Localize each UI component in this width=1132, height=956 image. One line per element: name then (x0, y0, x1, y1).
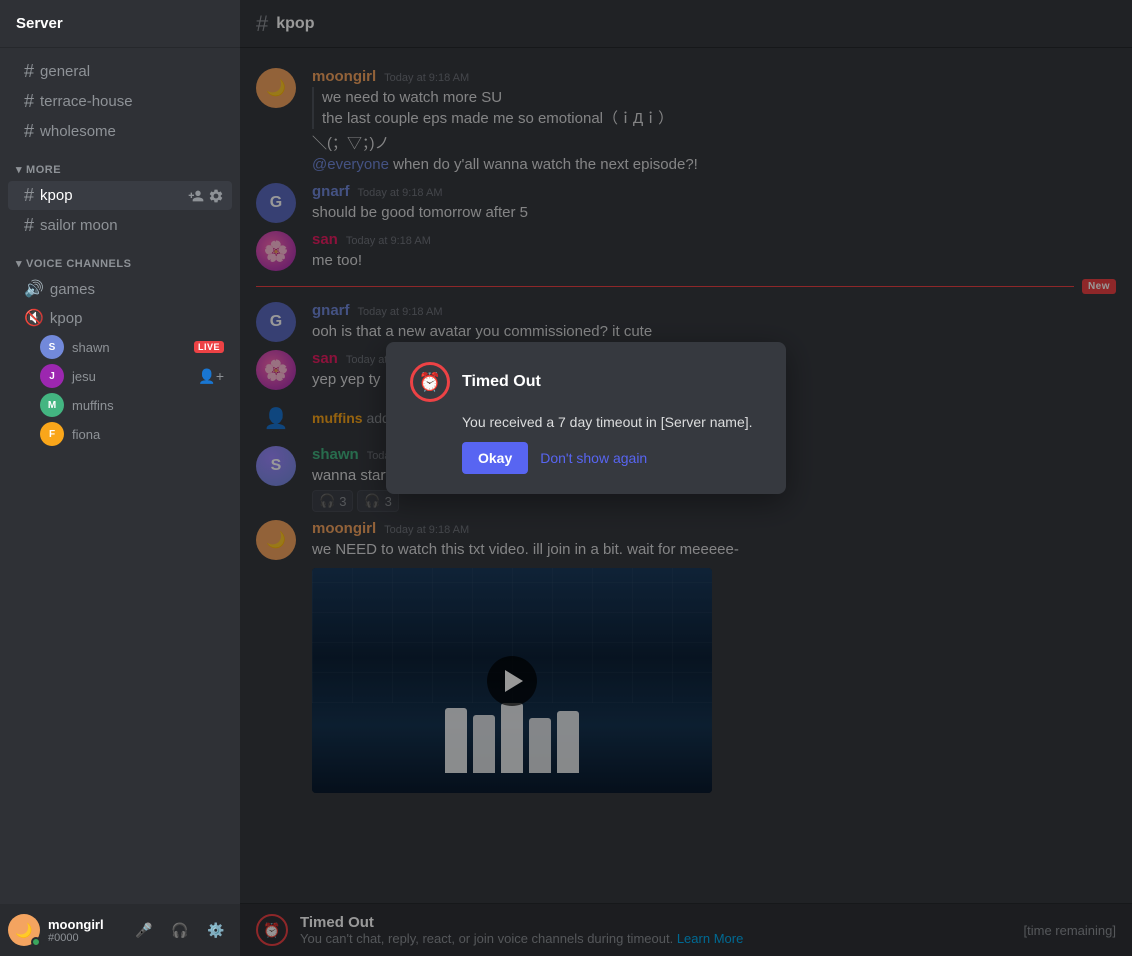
add-to-voice-icon[interactable]: 👤+ (198, 368, 224, 385)
user-tag: #0000 (48, 932, 120, 944)
channel-label: general (40, 63, 224, 80)
hash-icon: # (24, 185, 34, 206)
speaker-icon: 🔊 (24, 279, 44, 299)
sidebar-item-terrace-house[interactable]: # terrace-house (8, 87, 232, 116)
voice-member-shawn: S shawn LIVE (8, 333, 232, 361)
user-settings-button[interactable]: ⚙️ (200, 914, 232, 946)
voice-member-jesu: J jesu 👤+ (8, 362, 232, 390)
timed-out-modal: ⏰ Timed Out You received a 7 day timeout… (386, 342, 786, 494)
avatar: S (40, 335, 64, 359)
more-label: MORE (26, 164, 61, 176)
channel-list: # general # terrace-house # wholesome ▾ … (0, 48, 240, 904)
sidebar-item-general[interactable]: # general (8, 57, 232, 86)
member-name: jesu (72, 369, 96, 384)
deafen-button[interactable]: 🎧 (164, 914, 196, 946)
mute-button[interactable]: 🎤 (128, 914, 160, 946)
server-header[interactable]: Server (0, 0, 240, 48)
sidebar-item-sailor-moon[interactable]: # sailor moon (8, 211, 232, 240)
channel-action-icons (188, 188, 224, 204)
avatar: J (40, 364, 64, 388)
timeout-modal-icon: ⏰ (410, 362, 450, 402)
modal-body: You received a 7 day timeout in [Server … (462, 414, 762, 430)
voice-section-header[interactable]: ▾ VOICE CHANNELS (0, 241, 240, 274)
avatar: F (40, 422, 64, 446)
server-name: Server (16, 15, 63, 32)
channel-label: wholesome (40, 123, 224, 140)
live-badge: LIVE (194, 341, 224, 353)
member-name: muffins (72, 398, 114, 413)
hash-icon: # (24, 215, 34, 236)
sidebar-item-wholesome[interactable]: # wholesome (8, 117, 232, 146)
online-status-dot (31, 937, 41, 947)
sidebar: Server # general # terrace-house # whole… (0, 0, 240, 956)
user-info: moongirl #0000 (48, 917, 120, 944)
hash-icon: # (24, 91, 34, 112)
user-avatar-wrapper: 🌙 (8, 914, 40, 946)
settings-icon[interactable] (208, 188, 224, 204)
hash-icon: # (24, 121, 34, 142)
chevron-icon: ▾ (16, 163, 22, 176)
okay-button[interactable]: Okay (462, 442, 528, 474)
modal-overlay: ⏰ Timed Out You received a 7 day timeout… (240, 0, 1132, 956)
voice-channel-label: kpop (50, 310, 83, 327)
username: moongirl (48, 917, 120, 932)
add-member-icon[interactable] (188, 188, 204, 204)
user-panel: 🌙 moongirl #0000 🎤 🎧 ⚙️ (0, 904, 240, 956)
channel-label: kpop (40, 187, 188, 204)
chat-area: # kpop 🌙 moongirl Today at 9:18 AM we ne… (240, 0, 1132, 956)
more-section-header[interactable]: ▾ MORE (0, 147, 240, 180)
voice-label: VOICE CHANNELS (26, 258, 131, 270)
kpop-voice-wrapper: 🔇 kpop You can't join during timeout. (0, 304, 240, 332)
modal-header: ⏰ Timed Out (410, 362, 762, 402)
avatar: M (40, 393, 64, 417)
dont-show-button[interactable]: Don't show again (540, 450, 647, 466)
modal-actions: Okay Don't show again (462, 442, 762, 474)
voice-channel-kpop[interactable]: 🔇 kpop (8, 304, 232, 332)
modal-title: Timed Out (462, 373, 541, 391)
voice-channel-label: games (50, 281, 95, 298)
sidebar-item-kpop[interactable]: # kpop (8, 181, 232, 210)
user-controls: 🎤 🎧 ⚙️ (128, 914, 232, 946)
voice-member-fiona: F fiona (8, 420, 232, 448)
channel-label: sailor moon (40, 217, 224, 234)
voice-member-muffins: M muffins (8, 391, 232, 419)
channel-label: terrace-house (40, 93, 224, 110)
member-name: fiona (72, 427, 100, 442)
chevron-icon: ▾ (16, 257, 22, 270)
speaker-muted-icon: 🔇 (24, 308, 44, 328)
member-name: shawn (72, 340, 110, 355)
voice-channel-games[interactable]: 🔊 games (8, 275, 232, 303)
hash-icon: # (24, 61, 34, 82)
